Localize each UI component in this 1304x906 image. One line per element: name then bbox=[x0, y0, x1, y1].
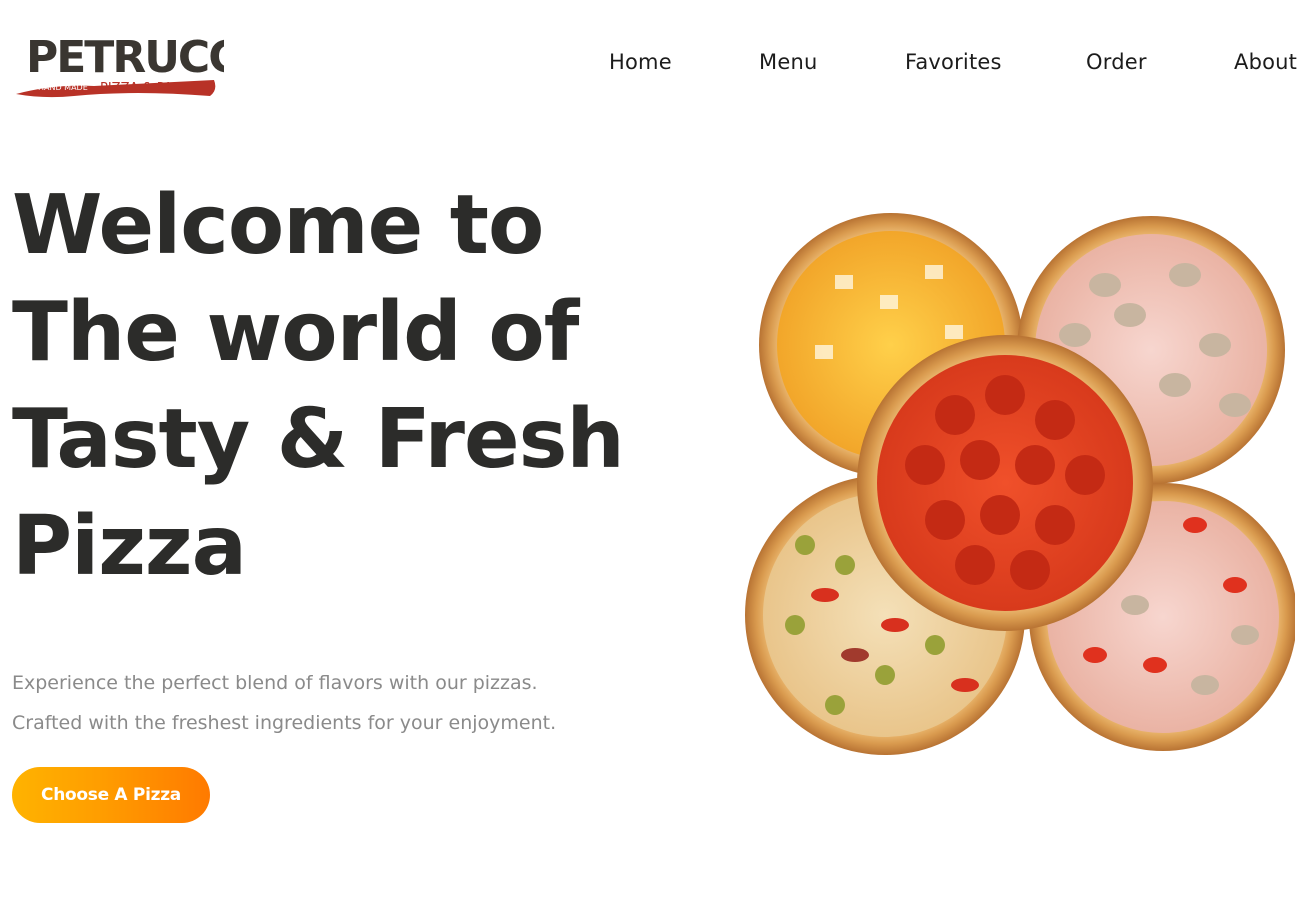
hero-description-line-2: Crafted with the freshest ingredients fo… bbox=[12, 712, 557, 734]
site-header: PETRUCCIO HAND MADE PIZZA & PASTA Home M… bbox=[0, 0, 1304, 120]
nav-order-link[interactable]: Order bbox=[1086, 50, 1147, 74]
hero-description: Experience the perfect blend of flavors … bbox=[12, 663, 652, 743]
nav-home-link[interactable]: Home bbox=[609, 50, 672, 74]
hero-pizza-image bbox=[735, 205, 1297, 775]
logo-tagline-right: PIZZA & PASTA bbox=[100, 81, 197, 96]
pepperoni-pizza bbox=[857, 335, 1153, 631]
hero-title-line-3: Tasty & Fresh bbox=[12, 392, 625, 487]
choose-pizza-button[interactable]: Choose A Pizza bbox=[12, 767, 210, 823]
nav-about-link[interactable]: About bbox=[1234, 50, 1297, 74]
hero-title-line-4: Pizza bbox=[12, 499, 247, 594]
hero-title: Welcome to The world of Tasty & Fresh Pi… bbox=[12, 172, 652, 600]
hero-description-line-1: Experience the perfect blend of flavors … bbox=[12, 672, 538, 694]
pizzas-illustration bbox=[745, 213, 1297, 755]
hero-title-line-2: The world of bbox=[12, 285, 579, 380]
logo-tagline-left: HAND MADE bbox=[38, 83, 88, 92]
hero-title-line-1: Welcome to bbox=[12, 178, 544, 273]
nav-menu-link[interactable]: Menu bbox=[759, 50, 817, 74]
nav-favorites-link[interactable]: Favorites bbox=[905, 50, 1002, 74]
main-nav: Home Menu Favorites Order About bbox=[0, 50, 1304, 80]
